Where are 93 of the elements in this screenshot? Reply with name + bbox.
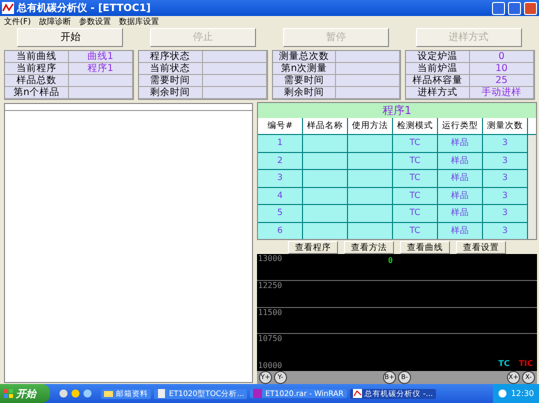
close-button[interactable] [524,2,537,15]
status-label: 当前程序 [5,63,69,75]
doc-icon [157,389,166,398]
empty-value-cell [202,51,266,63]
status-value: 手动进样 [470,87,534,99]
table-cell: 4 [258,188,302,204]
table-cell: 3 [483,135,527,152]
view-button[interactable]: 查看程序 [288,240,338,254]
minimize-button[interactable] [492,2,505,15]
empty-value-cell [68,87,133,99]
table-cell: 样品 [438,152,482,169]
status-label: 当前曲线 [5,51,69,63]
table-cell: 3 [483,205,527,222]
column-header: 检测模式 [393,118,437,134]
status-label: 剩余时间 [138,87,203,99]
status-value: 0 [470,51,534,63]
table-cell: 3 [483,170,527,186]
table-cell: 3 [483,152,527,169]
table-cell: 样品 [438,188,482,204]
table-cell: TC [393,152,437,169]
table-cell: TC [393,222,437,239]
status-label: 需要时间 [272,75,336,87]
table-cell: TC [393,188,437,204]
status-label: 当前状态 [138,63,203,75]
table-cell: 5 [258,205,302,222]
table-cell: 3 [258,170,302,186]
rar-icon [253,389,262,398]
status-label: 设定炉温 [406,51,470,63]
empty-value-cell [202,75,266,87]
view-button[interactable]: 查看曲线 [400,240,450,254]
status-label: 样品总数 [5,75,69,87]
axis-label: 11500 [258,308,282,316]
menu-item[interactable]: 故障诊断 [38,16,71,28]
empty-value-cell [336,63,400,75]
axis-label: 12250 [258,280,282,290]
app-icon [2,2,14,14]
status-value: 程序1 [68,63,133,75]
status-label: 程序状态 [138,51,203,63]
table-cell: TC [393,135,437,152]
status-value: 10 [470,63,534,75]
table-cell: 样品 [438,222,482,239]
action-button[interactable]: 开始 [17,28,124,47]
table-cell: 3 [483,222,527,239]
table-cell: 2 [258,152,302,169]
table-cell: 样品 [438,135,482,152]
menu-item[interactable]: 数据库设置 [118,16,159,28]
windows-logo-icon [4,388,14,398]
empty-value-cell [336,51,400,63]
column-header: 使用方法 [348,118,392,134]
axis-label: 10750 [258,334,282,344]
table-cell: 样品 [438,205,482,222]
legend-label: TIC [518,359,533,368]
empty-value-cell [336,87,400,99]
table-title: 程序1 [258,103,536,118]
table-cell: 3 [483,188,527,204]
restore-button[interactable] [508,2,521,15]
table-cell: TC [393,205,437,222]
app-icon [352,389,362,398]
status-label: 当前炉温 [406,63,470,75]
empty-value-cell [202,87,266,99]
empty-value-cell [202,63,266,75]
tray-icon[interactable] [498,389,507,398]
axis-label: 13000 [258,254,282,263]
view-button[interactable]: 查看设置 [456,240,506,254]
empty-value-cell [68,75,133,87]
table-cell: TC [393,170,437,186]
status-label: 第n次测量 [272,63,336,75]
menu-item[interactable]: 参数设置 [78,16,111,28]
status-label: 样品杯容量 [406,75,470,87]
legend-label: TC [498,359,510,368]
menu-item[interactable]: 文件(F) [4,16,31,28]
table-cell: 样品 [438,170,482,186]
column-header: 编号# [258,118,302,134]
empty-value-cell [336,75,400,87]
window-title: 总有机碳分析仪 - [ETTOC1] [17,2,151,16]
value-marker: 0 [388,256,393,265]
status-label: 进样方式 [406,87,470,99]
column-header: 样品名称 [303,118,347,134]
column-header: 运行类型 [438,118,482,134]
column-header: 测量次数 [483,118,527,134]
view-button[interactable]: 查看方法 [344,240,394,254]
status-label: 第n个样品 [5,87,69,99]
table-cell: 1 [258,135,302,152]
status-label: 需要时间 [138,75,203,87]
folder-icon [104,389,113,398]
axis-label: 10000 [258,361,282,370]
status-value: 25 [470,75,534,87]
scrollbar[interactable] [528,135,536,239]
status-label: 剩余时间 [272,87,336,99]
status-value: 曲线1 [68,51,133,63]
status-label: 测量总次数 [272,51,336,63]
clock: 12:30 [510,389,534,398]
table-cell: 6 [258,222,302,239]
